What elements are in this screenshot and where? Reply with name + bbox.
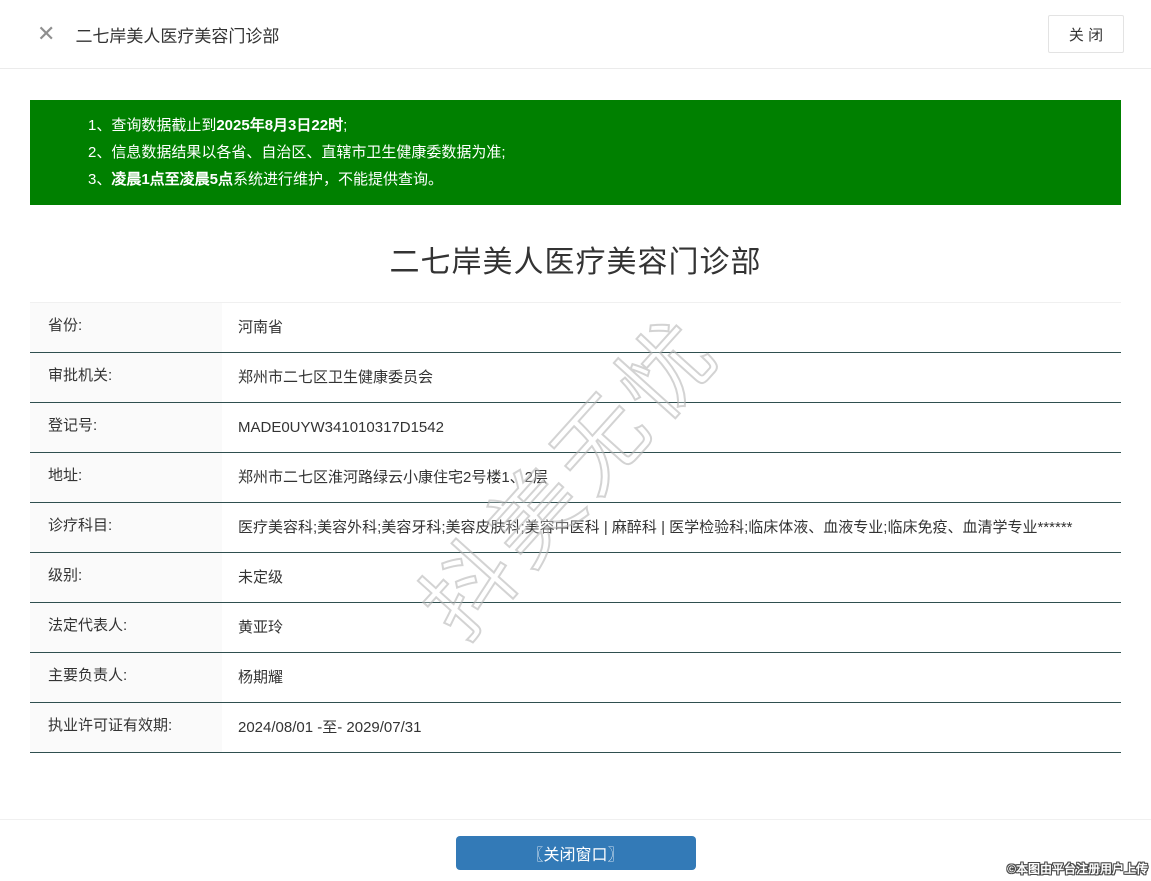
close-x-icon[interactable]: ✕ (37, 23, 55, 45)
field-label: 诊疗科目: (30, 503, 222, 552)
footer: 〖关闭窗口〗 (0, 819, 1151, 881)
field-label: 主要负责人: (30, 653, 222, 702)
field-value: 2024/08/01 -至- 2029/07/31 (222, 703, 1121, 752)
field-value: 杨期耀 (222, 653, 1121, 702)
notice-line: 3、凌晨1点至凌晨5点系统进行维护，不能提供查询。 (88, 166, 1101, 193)
field-label: 级别: (30, 553, 222, 602)
field-value: 郑州市二七区卫生健康委员会 (222, 353, 1121, 402)
table-row: 地址:郑州市二七区淮河路绿云小康住宅2号楼1、2层 (30, 453, 1121, 503)
field-value: 未定级 (222, 553, 1121, 602)
info-table: 省份:河南省审批机关:郑州市二七区卫生健康委员会登记号:MADE0UYW3410… (30, 302, 1121, 753)
field-label: 登记号: (30, 403, 222, 452)
close-window-button[interactable]: 〖关闭窗口〗 (456, 836, 696, 870)
table-row: 诊疗科目:医疗美容科;美容外科;美容牙科;美容皮肤科;美容中医科 | 麻醉科 |… (30, 503, 1121, 553)
field-value: 医疗美容科;美容外科;美容牙科;美容皮肤科;美容中医科 | 麻醉科 | 医学检验… (222, 503, 1121, 552)
table-row: 登记号:MADE0UYW341010317D1542 (30, 403, 1121, 453)
table-row: 审批机关:郑州市二七区卫生健康委员会 (30, 353, 1121, 403)
table-row: 执业许可证有效期:2024/08/01 -至- 2029/07/31 (30, 703, 1121, 753)
page-title: 二七岸美人医疗美容门诊部 (0, 237, 1151, 281)
copyright-watermark: ©本图由平台注册用户上传 (1007, 860, 1148, 877)
notice-box: 1、查询数据截止到2025年8月3日22时;2、信息数据结果以各省、自治区、直辖… (30, 100, 1121, 205)
table-row: 省份:河南省 (30, 303, 1121, 353)
table-row: 法定代表人:黄亚玲 (30, 603, 1121, 653)
close-button[interactable]: 关 闭 (1048, 15, 1124, 53)
notice-line: 2、信息数据结果以各省、自治区、直辖市卫生健康委数据为准; (88, 139, 1101, 166)
field-label: 省份: (30, 303, 222, 352)
field-label: 法定代表人: (30, 603, 222, 652)
field-value: 河南省 (222, 303, 1121, 352)
notice-line: 1、查询数据截止到2025年8月3日22时; (88, 112, 1101, 139)
header: ✕ 二七岸美人医疗美容门诊部 关 闭 (0, 0, 1151, 69)
field-label: 审批机关: (30, 353, 222, 402)
table-row: 级别:未定级 (30, 553, 1121, 603)
field-value: MADE0UYW341010317D1542 (222, 403, 1121, 452)
table-row: 主要负责人:杨期耀 (30, 653, 1121, 703)
window-title: 二七岸美人医疗美容门诊部 (75, 22, 279, 47)
field-value: 黄亚玲 (222, 603, 1121, 652)
field-value: 郑州市二七区淮河路绿云小康住宅2号楼1、2层 (222, 453, 1121, 502)
field-label: 执业许可证有效期: (30, 703, 222, 752)
field-label: 地址: (30, 453, 222, 502)
